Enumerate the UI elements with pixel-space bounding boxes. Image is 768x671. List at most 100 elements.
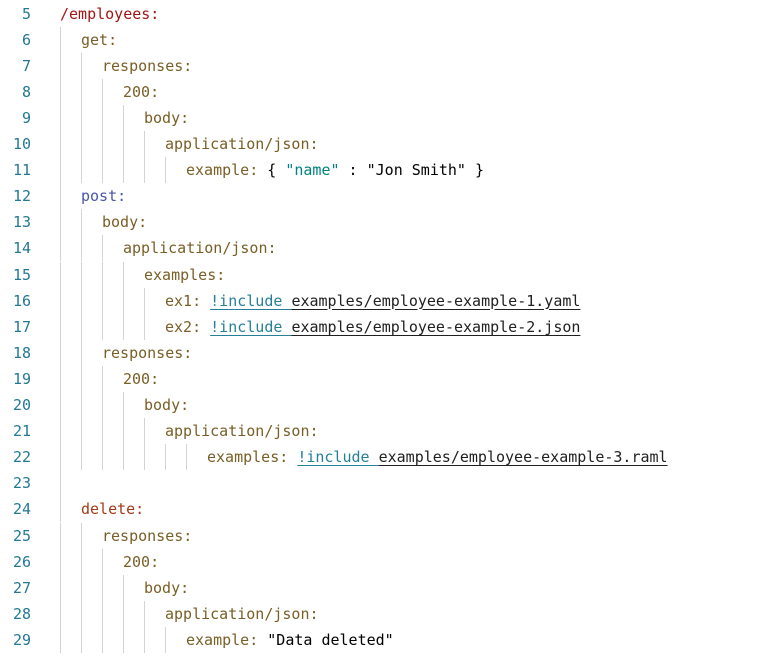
code-line[interactable]: 8 200: [0, 78, 768, 105]
indent-guide [81, 548, 82, 575]
line-number: 17 [12, 317, 31, 336]
code-text: 200: [123, 366, 159, 392]
code-line[interactable]: 5/employees: [0, 1, 768, 27]
include-tag: !include [210, 317, 292, 336]
indent-guide [144, 157, 145, 184]
code-text: responses: [102, 53, 192, 79]
indent-guide [60, 183, 61, 210]
yaml-key: ex2: [165, 317, 211, 336]
code-line[interactable]: 28 application/json: [0, 600, 768, 627]
json-string: "Jon Smith" [366, 161, 466, 180]
include-tag: !include [210, 291, 292, 310]
code-text: /employees: [60, 1, 159, 27]
yaml-key: body: [102, 213, 148, 232]
indent-guide [60, 235, 61, 262]
code-line[interactable]: 27 body: [0, 574, 768, 601]
string-value: "Data deleted" [267, 630, 394, 649]
indent-guide [102, 600, 103, 627]
status-code-key: 200: [123, 82, 160, 101]
status-code-key: 200: [123, 552, 160, 571]
include-path-link[interactable]: examples/employee-example-3.raml [379, 448, 668, 466]
indent-guide [60, 496, 61, 523]
line-number: 9 [21, 108, 31, 127]
code-text: application/json: [165, 418, 319, 444]
include-path-link[interactable]: examples/employee-example-1.yaml [291, 292, 580, 310]
indent-guide [102, 235, 103, 262]
code-line[interactable]: 19 200: [0, 365, 768, 392]
code-line[interactable]: 18 responses: [0, 339, 768, 366]
code-line[interactable]: 24 delete: [0, 496, 768, 523]
code-line[interactable]: 6 get: [0, 26, 768, 53]
code-text: responses: [102, 340, 192, 366]
indent-guide [102, 365, 103, 392]
include-path-link[interactable]: examples/employee-example-2.json [291, 318, 580, 336]
indent-guide [102, 548, 103, 575]
line-number: 18 [12, 343, 31, 362]
code-line[interactable]: 14 application/json: [0, 235, 768, 262]
line-number: 19 [12, 369, 31, 388]
code-line[interactable]: 16 ex1: !include examples/employee-exampl… [0, 287, 768, 314]
indent-guide [102, 574, 103, 601]
indent-guide [81, 418, 82, 445]
indent-guide [60, 574, 61, 601]
line-number: 6 [21, 30, 31, 49]
line-number: 15 [12, 265, 31, 284]
code-editor[interactable]: 5/employees: 6 get: 7 responses: 8 200: 9 body: 1… [0, 0, 768, 671]
code-line[interactable]: 7 responses: [0, 52, 768, 79]
code-text: delete: [81, 496, 144, 522]
code-text: ex1: !include examples/employee-example-… [165, 288, 580, 314]
code-text: 200: [123, 549, 159, 575]
indent-guide [60, 522, 61, 549]
yaml-key: example: [186, 161, 268, 180]
indent-guide [123, 600, 124, 627]
line-number: 7 [21, 56, 31, 75]
code-line[interactable]: 12 post: [0, 183, 768, 210]
yaml-key: responses: [102, 56, 193, 75]
indent-guide [81, 392, 82, 418]
yaml-key: ex1: [165, 291, 211, 310]
code-line[interactable]: 21 application/json: [0, 418, 768, 445]
code-line[interactable]: 20 body: [0, 392, 768, 418]
indent-guide [81, 261, 82, 288]
indent-guide [144, 444, 145, 471]
code-text: examples: [144, 262, 225, 288]
code-line[interactable]: 26 200: [0, 548, 768, 575]
indent-guide [102, 157, 103, 184]
code-line[interactable]: 29 example: "Data deleted" [0, 626, 768, 653]
indent-guide [81, 78, 82, 105]
indent-guide [123, 626, 124, 653]
media-type-key: application/json: [165, 422, 319, 441]
indent-guide [144, 313, 145, 340]
indent-guide [60, 444, 61, 471]
indent-guide [123, 261, 124, 288]
code-line[interactable]: 9 body: [0, 104, 768, 131]
yaml-key: responses: [102, 343, 193, 362]
indent-guide [102, 104, 103, 131]
code-line[interactable]: 15 examples: [0, 261, 768, 288]
code-text: body: [102, 209, 147, 235]
media-type-key: application/json: [123, 239, 277, 258]
code-line[interactable]: 25 responses: [0, 522, 768, 549]
indent-guide [102, 392, 103, 418]
code-text: ex2: !include examples/employee-example-… [165, 314, 580, 340]
code-line[interactable]: 11 example: { "name" : "Jon Smith" } [0, 157, 768, 184]
code-line[interactable]: 10 application/json: [0, 131, 768, 157]
indent-guide [60, 52, 61, 79]
code-text: responses: [102, 523, 192, 549]
code-line[interactable]: 13 body: [0, 209, 768, 236]
code-line[interactable]: 17 ex2: !include examples/employee-exampl… [0, 313, 768, 340]
code-line[interactable]: 22 examples: !include examples/employee-e… [0, 444, 768, 471]
indent-guide [60, 548, 61, 575]
indent-guide [60, 626, 61, 653]
code-text: application/json: [165, 601, 319, 627]
line-number: 20 [12, 396, 31, 414]
indent-guide [60, 600, 61, 627]
indent-guide [123, 392, 124, 418]
code-line[interactable]: 23 [0, 470, 768, 497]
indent-guide [102, 78, 103, 105]
indent-guide [102, 418, 103, 445]
yaml-key: examples: [207, 448, 298, 467]
indent-guide [60, 261, 61, 288]
indent-guide [102, 313, 103, 340]
indent-guide [81, 287, 82, 314]
